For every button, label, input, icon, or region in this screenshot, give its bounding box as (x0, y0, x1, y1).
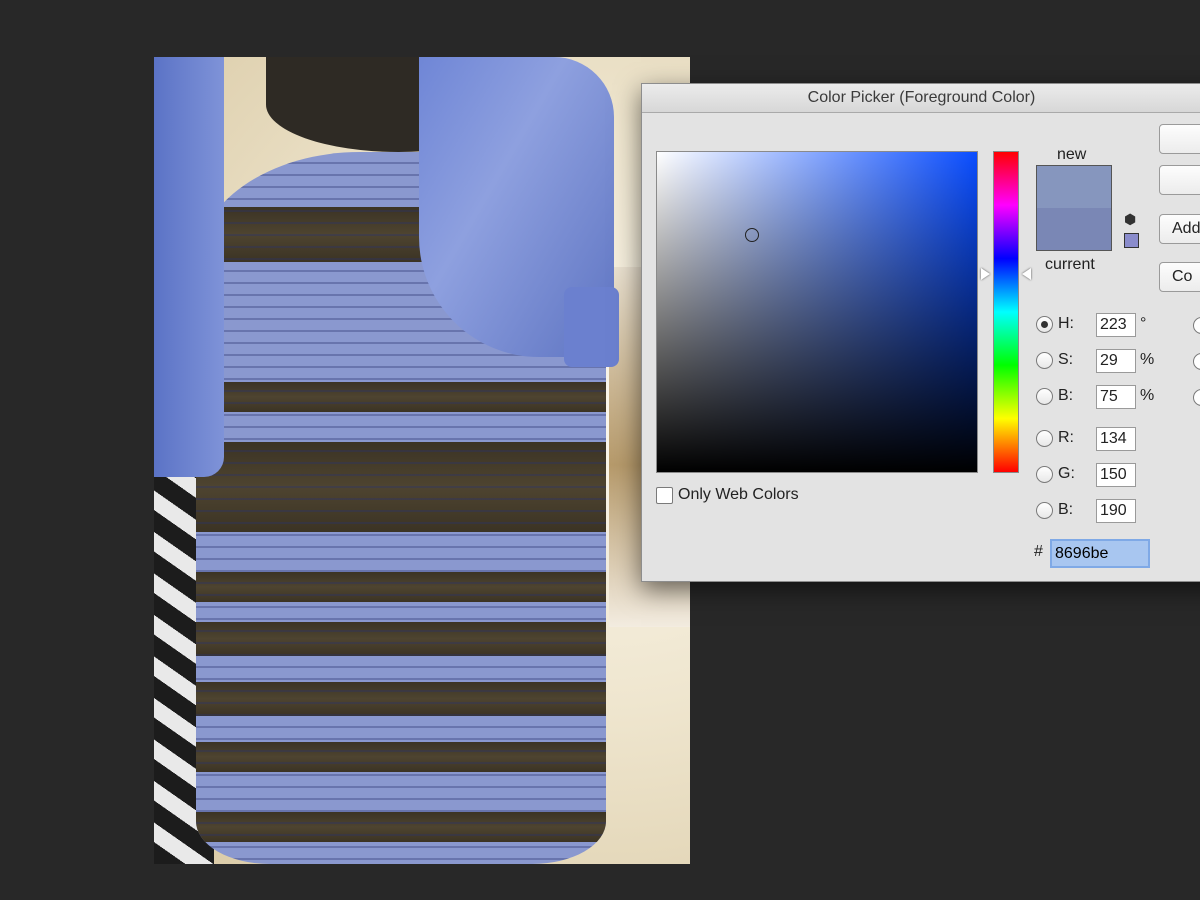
red-radio[interactable] (1036, 430, 1053, 447)
only-web-colors-label: Only Web Colors (678, 486, 799, 503)
saturation-label: S: (1058, 351, 1074, 368)
hex-hash-label: # (1034, 543, 1043, 560)
lab-l-radio[interactable] (1193, 317, 1200, 334)
green-label: G: (1058, 465, 1075, 482)
color-libraries-button[interactable]: Co (1159, 262, 1200, 292)
dress-photo (154, 57, 690, 864)
brightness-label: B: (1058, 387, 1074, 404)
new-color-swatch (1037, 166, 1111, 208)
green-input[interactable] (1096, 463, 1136, 487)
red-label: R: (1058, 429, 1074, 446)
red-input[interactable] (1096, 427, 1136, 451)
brightness-row: B: % (1036, 385, 1166, 411)
only-web-colors-checkbox[interactable] (656, 487, 673, 504)
percent-unit: % (1140, 351, 1155, 368)
green-row: G: (1036, 463, 1166, 489)
lab-b-radio[interactable] (1193, 389, 1200, 406)
lab-a-radio[interactable] (1193, 353, 1200, 370)
jacket-cuff (564, 287, 619, 367)
brightness-radio[interactable] (1036, 388, 1053, 405)
blue-row: B: (1036, 499, 1166, 525)
hue-input[interactable] (1096, 313, 1136, 337)
percent-unit: % (1140, 387, 1155, 404)
degree-unit: ° (1140, 315, 1147, 332)
blue-label: B: (1058, 501, 1074, 518)
out-of-gamut-cube-icon[interactable]: ⬢ (1124, 211, 1136, 228)
hue-slider-left-arrow[interactable] (981, 268, 990, 280)
color-swatch (1036, 165, 1112, 251)
color-field[interactable] (656, 151, 978, 473)
color-picker-dialog: Color Picker (Foreground Color) new curr… (641, 83, 1200, 582)
green-radio[interactable] (1036, 466, 1053, 483)
hue-label: H: (1058, 315, 1074, 332)
saturation-radio[interactable] (1036, 352, 1053, 369)
saturation-row: S: % (1036, 349, 1166, 375)
current-color-label: current (1045, 256, 1095, 273)
add-to-swatches-button[interactable]: Add (1159, 214, 1200, 244)
jacket-left (154, 57, 224, 477)
hue-row: H: ° (1036, 313, 1166, 339)
new-color-label: new (1057, 146, 1087, 163)
ok-button[interactable] (1159, 124, 1200, 154)
web-safe-color-swatch[interactable] (1124, 233, 1139, 248)
dialog-title[interactable]: Color Picker (Foreground Color) (642, 84, 1200, 113)
hue-radio[interactable] (1036, 316, 1053, 333)
brightness-input[interactable] (1096, 385, 1136, 409)
blue-input[interactable] (1096, 499, 1136, 523)
red-row: R: (1036, 427, 1166, 453)
saturation-input[interactable] (1096, 349, 1136, 373)
cancel-button[interactable] (1159, 165, 1200, 195)
color-field-cursor[interactable] (745, 228, 759, 242)
hue-slider-right-arrow[interactable] (1022, 268, 1031, 280)
hue-slider[interactable] (993, 151, 1019, 473)
hex-input[interactable] (1050, 539, 1150, 568)
blue-radio[interactable] (1036, 502, 1053, 519)
current-color-swatch[interactable] (1037, 208, 1111, 250)
